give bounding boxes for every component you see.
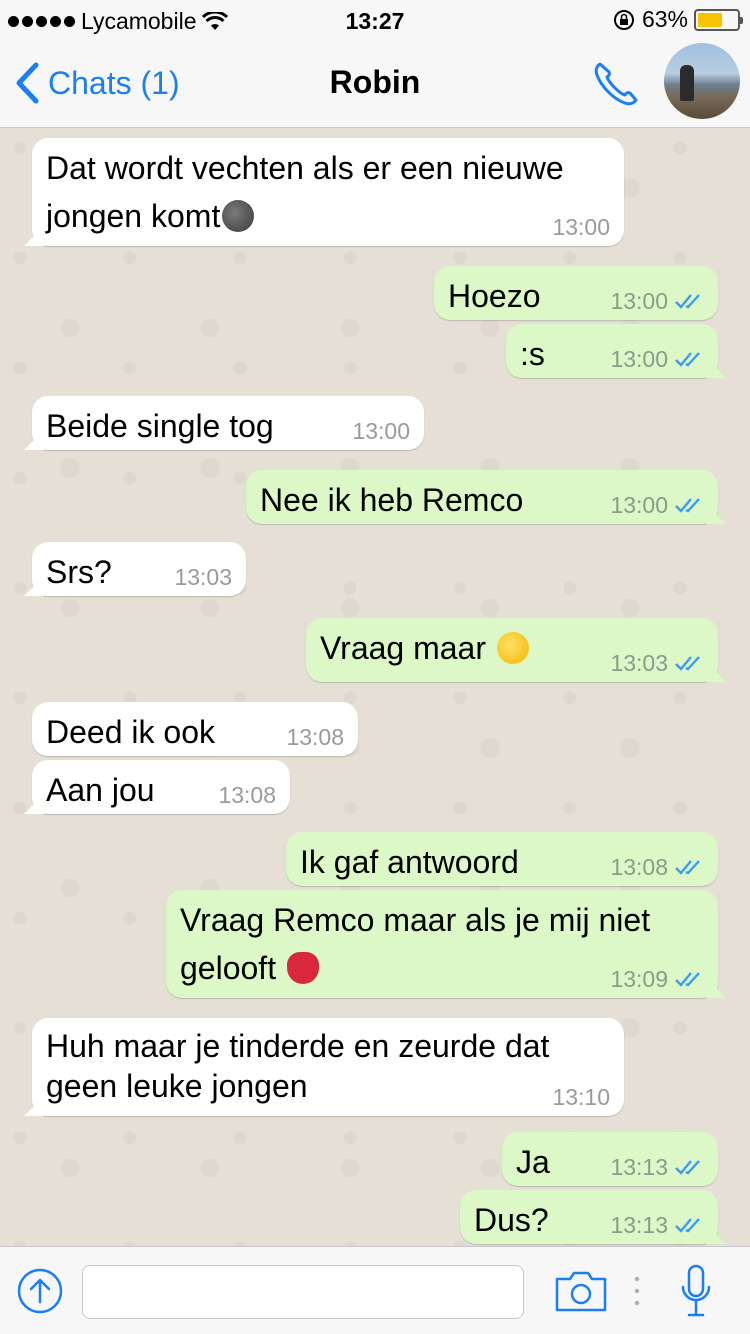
camera-button[interactable] (554, 1269, 608, 1313)
message-time: 13:03 (610, 648, 704, 678)
navigation-bar: Chats (1) Robin (0, 40, 750, 128)
message-outgoing[interactable]: Dus? 13:13 (460, 1190, 718, 1244)
message-time: 13:00 (352, 418, 410, 444)
message-input[interactable] (82, 1265, 524, 1319)
message-text: :s (520, 336, 545, 372)
share-upload-icon (17, 1268, 63, 1314)
contact-avatar[interactable] (664, 43, 740, 119)
message-time: 13:13 (610, 1152, 704, 1182)
camera-icon (555, 1271, 607, 1312)
read-receipt-icon (675, 1218, 700, 1233)
message-text: Aan jou (46, 772, 155, 808)
message-text: Deed ik ook (46, 714, 215, 750)
message-outgoing[interactable]: Hoezo 13:00 (434, 266, 718, 320)
message-outgoing[interactable]: Ik gaf antwoord 13:08 (286, 832, 718, 886)
message-outgoing[interactable]: :s 13:00 (506, 324, 718, 378)
read-receipt-icon (675, 1160, 700, 1175)
message-time: 13:00 (610, 286, 704, 316)
message-outgoing[interactable]: Nee ik heb Remco 13:00 (246, 470, 718, 524)
message-text: Ja (516, 1144, 550, 1180)
message-time: 13:08 (610, 852, 704, 882)
message-time: 13:08 (286, 724, 344, 750)
message-time: 13:03 (174, 564, 232, 590)
message-text: Srs? (46, 554, 112, 590)
battery-icon (694, 8, 743, 31)
message-incoming[interactable]: Deed ik ook 13:08 (32, 702, 358, 756)
message-text: Vraag Remco maar als je mij niet gelooft (180, 902, 651, 986)
message-outgoing[interactable]: Vraag Remco maar als je mij niet gelooft… (166, 890, 718, 998)
attach-button[interactable] (16, 1267, 64, 1315)
message-input-bar (0, 1246, 750, 1334)
message-outgoing[interactable]: Ja 13:13 (502, 1132, 718, 1186)
new-moon-face-emoji-icon (222, 200, 255, 232)
message-outgoing[interactable]: Vraag maar 13:03 (306, 618, 718, 682)
call-button[interactable] (590, 58, 642, 110)
read-receipt-icon (675, 498, 700, 513)
message-text: Dus? (474, 1202, 549, 1238)
message-text: Huh maar je tinderde en zeurde dat geen … (46, 1028, 550, 1104)
avatar-person-figure (680, 65, 694, 101)
message-incoming[interactable]: Beide single tog 13:00 (32, 396, 424, 450)
read-receipt-icon (675, 656, 700, 671)
message-text: Hoezo (448, 278, 541, 314)
more-options-icon (634, 1276, 640, 1306)
message-time: 13:00 (610, 490, 704, 520)
message-time: 13:09 (610, 964, 704, 994)
message-text: Vraag maar (320, 624, 529, 672)
read-receipt-icon (675, 860, 700, 875)
message-time: 13:00 (610, 344, 704, 374)
microphone-icon (681, 1264, 711, 1317)
chat-messages[interactable]: Dat wordt vechten als er een nieuwe jong… (0, 128, 750, 1246)
message-incoming[interactable]: Srs? 13:03 (32, 542, 246, 596)
message-time: 13:00 (552, 214, 610, 240)
japanese-goblin-emoji-icon (286, 952, 319, 984)
message-text: Dat wordt vechten als er een nieuwe jong… (46, 150, 564, 234)
battery-percentage: 63% (641, 6, 688, 32)
rotation-lock-icon (613, 9, 634, 30)
status-bar: Lycamobile 13:27 63% (0, 0, 750, 40)
message-time: 13:10 (552, 1084, 610, 1110)
winking-tongue-face-emoji-icon (496, 632, 529, 664)
message-incoming[interactable]: Aan jou 13:08 (32, 760, 290, 814)
phone-icon (594, 62, 638, 106)
message-time: 13:13 (610, 1210, 704, 1240)
message-text: Ik gaf antwoord (300, 844, 519, 880)
message-text: Beide single tog (46, 408, 274, 444)
read-receipt-icon (675, 972, 700, 987)
message-text: Nee ik heb Remco (260, 482, 524, 518)
message-time: 13:08 (218, 782, 276, 808)
message-incoming[interactable]: Huh maar je tinderde en zeurde dat geen … (32, 1018, 624, 1116)
read-receipt-icon (675, 352, 700, 367)
message-incoming[interactable]: Dat wordt vechten als er een nieuwe jong… (32, 138, 624, 246)
read-receipt-icon (675, 294, 700, 309)
voice-message-button[interactable] (680, 1263, 712, 1321)
status-right: 63% (612, 6, 743, 33)
